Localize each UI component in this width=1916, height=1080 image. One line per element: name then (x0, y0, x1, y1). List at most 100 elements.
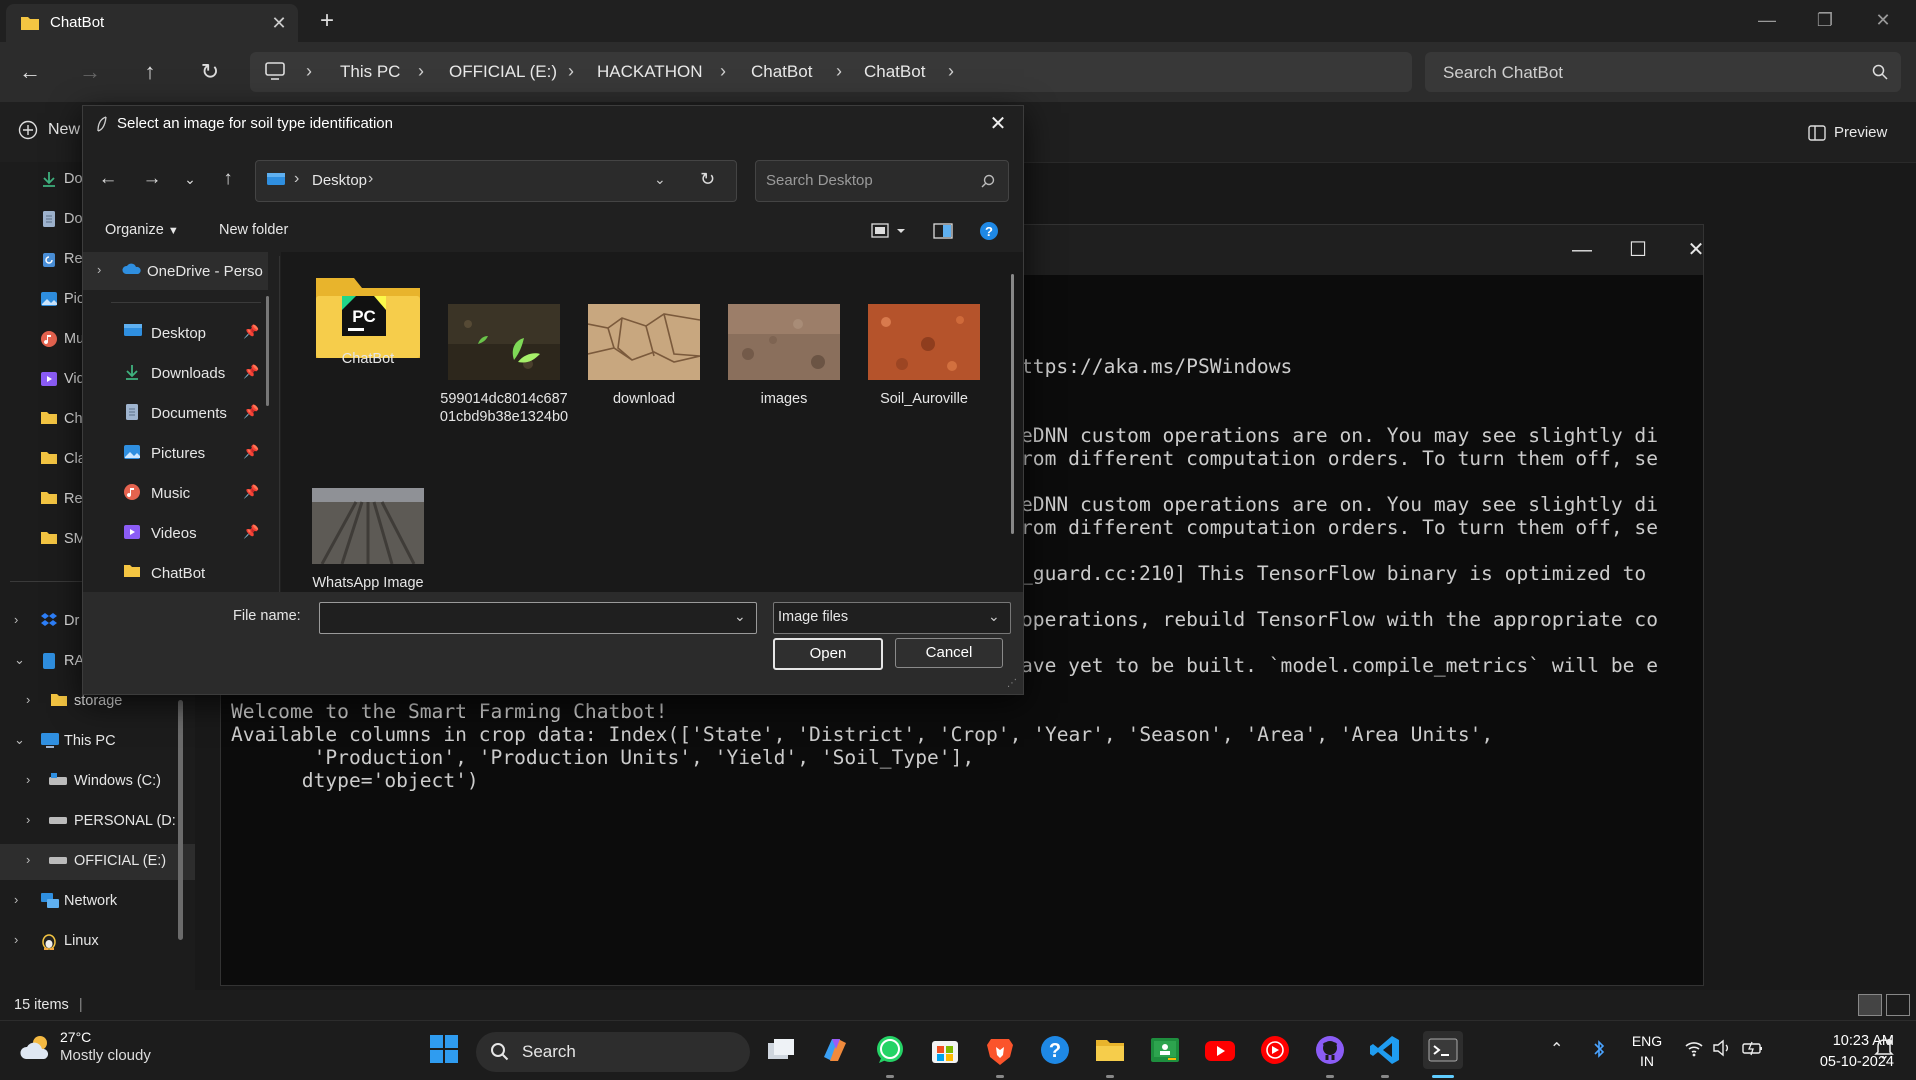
chevron-down-icon[interactable]: ⌄ (734, 608, 746, 625)
terminal-close-icon[interactable]: ✕ (1671, 233, 1721, 267)
dialog-search-input[interactable]: Search Desktop (755, 160, 1009, 202)
close-window-icon[interactable]: ✕ (1854, 0, 1912, 42)
file-item-whatsapp-image[interactable]: WhatsApp Image 2024-10-05 at (303, 488, 433, 592)
refresh-icon[interactable]: ↻ (194, 56, 226, 88)
up-icon[interactable]: ↑ (134, 56, 166, 88)
search-input[interactable]: Search ChatBot (1425, 52, 1901, 92)
google-classroom-icon[interactable] (1148, 1033, 1182, 1067)
get-help-icon[interactable]: ? (1038, 1033, 1072, 1067)
dialog-refresh-icon[interactable]: ↻ (700, 169, 715, 190)
dialog-recent-chevron-icon[interactable]: ⌄ (177, 166, 203, 192)
file-explorer-icon[interactable] (1093, 1033, 1127, 1067)
dialog-nav-pictures[interactable]: Pictures 📌 (83, 434, 268, 472)
brave-icon[interactable] (983, 1033, 1017, 1067)
sidebar-item-this-pc[interactable]: ⌄ This PC (0, 724, 195, 760)
start-icon[interactable] (428, 1033, 462, 1067)
show-hidden-icons-icon[interactable]: ⌃ (1550, 1039, 1563, 1059)
sidebar-item-linux[interactable]: › Linux (0, 924, 195, 960)
sidebar-item-personal-d[interactable]: › PERSONAL (D: (0, 804, 195, 840)
volume-icon[interactable] (1712, 1039, 1732, 1057)
new-label: New (48, 121, 81, 139)
help-icon[interactable]: ? (979, 221, 999, 241)
terminal-minimize-icon[interactable]: — (1557, 233, 1607, 267)
dialog-search-placeholder: Search Desktop (766, 172, 873, 189)
terminal-maximize-icon[interactable]: ☐ (1613, 233, 1663, 267)
sidebar-item-windows-c[interactable]: › Windows (C:) (0, 764, 195, 800)
sidebar-scrollbar[interactable] (178, 700, 183, 940)
breadcrumb-chatbot-sub[interactable]: ChatBot (864, 62, 925, 82)
details-view-icon[interactable] (1858, 994, 1882, 1016)
preview-pane-icon[interactable] (933, 222, 953, 240)
github-icon[interactable] (1313, 1033, 1347, 1067)
organize-button[interactable]: Organize ▼ (105, 222, 179, 238)
new-button[interactable]: New (18, 120, 80, 140)
address-bar[interactable]: › This PC › OFFICIAL (E:) › HACKATHON › … (250, 52, 1412, 92)
new-tab-icon[interactable]: + (320, 8, 334, 34)
forward-icon[interactable]: → (74, 56, 106, 88)
breadcrumb-chatbot[interactable]: ChatBot (751, 62, 812, 82)
dialog-nav-desktop[interactable]: Desktop 📌 (83, 314, 268, 352)
file-item-chatbot[interactable]: PC ChatBot (303, 274, 433, 368)
breadcrumb-this-pc[interactable]: This PC (340, 62, 400, 82)
whatsapp-icon[interactable] (873, 1033, 907, 1067)
feather-icon (95, 116, 109, 132)
preview-button[interactable]: Preview (1808, 124, 1887, 141)
microsoft-store-icon[interactable] (928, 1033, 962, 1067)
chevron-down-icon: ⌄ (14, 652, 25, 667)
new-folder-button[interactable]: New folder (219, 222, 288, 238)
file-list-scrollbar[interactable] (1011, 274, 1014, 534)
sidebar-item-official-e[interactable]: › OFFICIAL (E:) (0, 844, 195, 880)
dialog-address-bar[interactable]: › Desktop › ⌄ ↻ (255, 160, 737, 202)
dialog-back-icon[interactable]: ← (95, 166, 121, 192)
file-type-select[interactable]: Image files ⌄ (773, 602, 1011, 634)
file-item-soil-auroville[interactable]: Soil_Auroville (859, 304, 989, 408)
notifications-icon[interactable] (1874, 1037, 1894, 1059)
cancel-button[interactable]: Cancel (895, 638, 1003, 668)
tab-chatbot[interactable]: ChatBot ✕ (6, 4, 298, 42)
terminal-icon[interactable] (1423, 1031, 1463, 1069)
taskbar-search[interactable]: Search (476, 1032, 750, 1072)
view-options-icon[interactable] (871, 222, 911, 240)
dialog-close-icon[interactable]: ✕ (983, 110, 1013, 138)
youtube-icon[interactable] (1203, 1033, 1237, 1067)
open-button[interactable]: Open (773, 638, 883, 670)
restore-icon[interactable]: ❐ (1796, 0, 1854, 42)
file-item-images[interactable]: images (719, 304, 849, 408)
breadcrumb-official[interactable]: OFFICIAL (E:) (449, 62, 557, 82)
file-item-download[interactable]: download (579, 304, 709, 408)
weather-description: Mostly cloudy (60, 1047, 151, 1064)
youtube-music-icon[interactable] (1258, 1033, 1292, 1067)
back-icon[interactable]: ← (14, 56, 46, 88)
resize-grip-icon[interactable]: ⋰ (1007, 678, 1017, 689)
dialog-nav-chatbot[interactable]: ChatBot (83, 554, 268, 592)
dialog-address-desktop[interactable]: Desktop (312, 172, 367, 189)
tab-title: ChatBot (50, 14, 105, 31)
vscode-icon[interactable] (1368, 1033, 1402, 1067)
dialog-forward-icon[interactable]: → (139, 166, 165, 192)
copilot-icon[interactable] (818, 1033, 852, 1067)
language-indicator[interactable]: ENG IN (1622, 1031, 1672, 1071)
drive-icon (48, 772, 68, 788)
battery-icon[interactable] (1742, 1039, 1764, 1057)
bluetooth-icon[interactable] (1592, 1039, 1606, 1059)
dialog-nav-videos[interactable]: Videos 📌 (83, 514, 268, 552)
minimize-icon[interactable]: — (1738, 0, 1796, 42)
file-item-seedling[interactable]: 599014dc8014c68701cbd9b38e1324b0 (439, 304, 569, 426)
dialog-nav-documents[interactable]: Documents 📌 (83, 394, 268, 432)
dialog-nav-onedrive[interactable]: › OneDrive - Perso (83, 252, 268, 290)
nav-pane-scrollbar[interactable] (266, 296, 269, 406)
tiles-view-icon[interactable] (1886, 994, 1910, 1016)
running-indicator (996, 1075, 1004, 1078)
dialog-nav-downloads[interactable]: Downloads 📌 (83, 354, 268, 392)
videos-icon (123, 523, 141, 541)
dialog-up-icon[interactable]: ↑ (215, 166, 241, 192)
task-view-icon[interactable] (764, 1033, 798, 1067)
breadcrumb-hackathon[interactable]: HACKATHON (597, 62, 702, 82)
address-dropdown-icon[interactable]: ⌄ (654, 171, 666, 188)
weather-temp: 27°C (60, 1029, 92, 1045)
sidebar-item-network[interactable]: › Network (0, 884, 195, 920)
dialog-nav-music[interactable]: Music 📌 (83, 474, 268, 512)
file-name-input[interactable]: ⌄ (319, 602, 757, 634)
close-tab-icon[interactable]: ✕ (268, 12, 290, 34)
wifi-icon[interactable] (1684, 1039, 1704, 1057)
